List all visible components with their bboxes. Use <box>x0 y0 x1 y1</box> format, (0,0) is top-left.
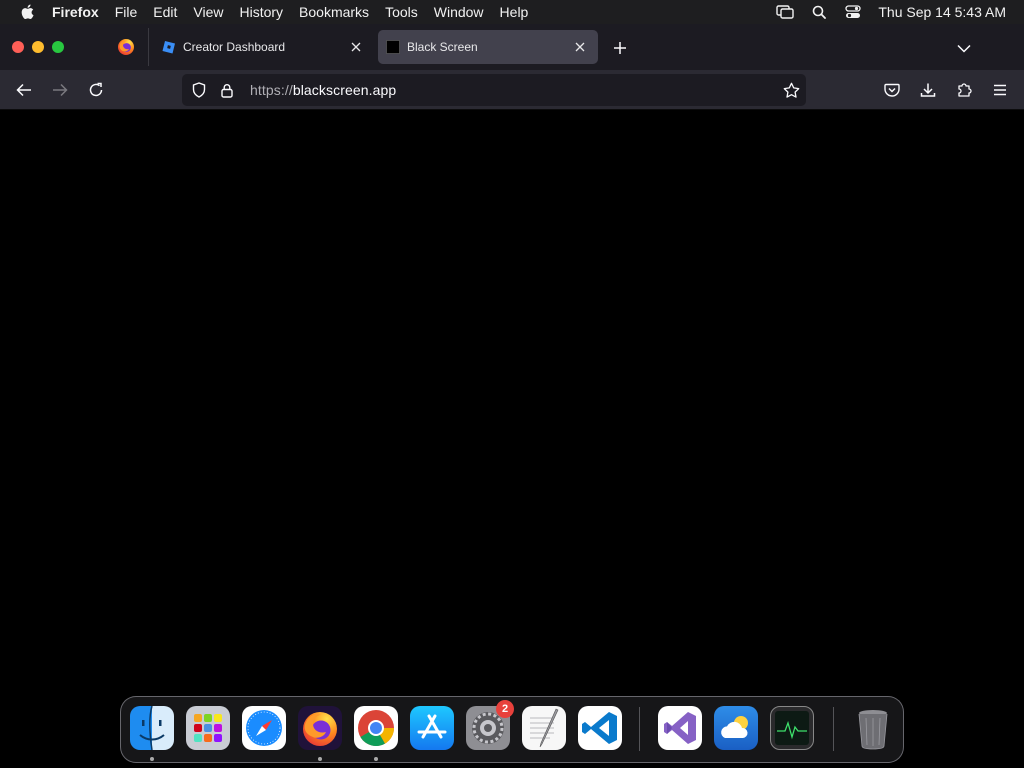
running-indicator <box>150 757 154 761</box>
menu-view[interactable]: View <box>185 0 231 24</box>
zoom-window-button[interactable] <box>52 41 64 53</box>
window-controls <box>12 41 64 53</box>
bookmark-star-button[interactable] <box>780 79 802 101</box>
forward-button[interactable] <box>46 76 74 104</box>
app-store-icon[interactable] <box>410 706 454 750</box>
new-tab-button[interactable] <box>608 36 632 60</box>
notification-badge: 2 <box>496 700 514 718</box>
vscode-icon[interactable] <box>578 706 622 750</box>
dock-divider <box>639 707 640 751</box>
list-all-tabs-button[interactable] <box>950 36 978 60</box>
minimize-window-button[interactable] <box>32 41 44 53</box>
app-menu-button[interactable] <box>986 76 1014 104</box>
roblox-studio-icon <box>162 41 175 54</box>
weather-icon[interactable] <box>714 706 758 750</box>
chevron-down-icon <box>957 44 971 53</box>
menu-tools[interactable]: Tools <box>377 0 426 24</box>
address-bar[interactable]: https://blackscreen.app <box>182 74 806 106</box>
page-content-black-screen[interactable] <box>0 110 1024 768</box>
extensions-button[interactable] <box>950 76 978 104</box>
tab-label: Creator Dashboard <box>183 40 286 54</box>
apple-icon[interactable] <box>16 0 38 24</box>
pinned-tab-firefox[interactable] <box>108 32 144 62</box>
pocket-icon <box>884 83 900 97</box>
running-indicator <box>374 757 378 761</box>
plus-icon <box>614 42 626 54</box>
activity-monitor-icon[interactable] <box>770 706 814 750</box>
menu-bar: Firefox File Edit View History Bookmarks… <box>0 0 1024 24</box>
tab-creator-dashboard[interactable]: Creator Dashboard <box>154 30 374 64</box>
trash-icon[interactable] <box>851 706 895 750</box>
chrome-icon[interactable] <box>354 706 398 750</box>
lock-icon[interactable] <box>216 79 238 101</box>
menu-file[interactable]: File <box>107 0 146 24</box>
close-window-button[interactable] <box>12 41 24 53</box>
arrow-right-icon <box>53 83 68 97</box>
arrow-left-icon <box>16 83 31 97</box>
tab-separator <box>148 28 149 66</box>
downloads-button[interactable] <box>914 76 942 104</box>
reload-button[interactable] <box>82 76 110 104</box>
tracking-protection-shield-icon[interactable] <box>188 79 210 101</box>
menu-window[interactable]: Window <box>426 0 492 24</box>
spotlight-search-icon[interactable] <box>802 0 836 24</box>
reload-icon <box>89 82 103 97</box>
menu-help[interactable]: Help <box>492 0 537 24</box>
pocket-button[interactable] <box>878 76 906 104</box>
url-scheme: https:// <box>250 82 293 98</box>
url-text[interactable]: https://blackscreen.app <box>250 82 396 98</box>
screen-mirroring-icon[interactable] <box>768 0 802 24</box>
firefox-icon[interactable] <box>298 706 342 750</box>
star-icon <box>783 82 799 98</box>
finder-icon[interactable] <box>130 706 174 750</box>
puzzle-piece-icon <box>958 83 972 97</box>
black-square-icon <box>386 40 400 54</box>
navigation-toolbar: https://blackscreen.app <box>0 70 1024 110</box>
dock-divider <box>833 707 834 751</box>
safari-icon[interactable] <box>242 706 286 750</box>
textedit-icon[interactable] <box>522 706 566 750</box>
back-button[interactable] <box>10 76 38 104</box>
menu-bookmarks[interactable]: Bookmarks <box>291 0 377 24</box>
menu-history[interactable]: History <box>231 0 291 24</box>
tab-strip: Creator Dashboard Black Screen <box>0 24 1024 70</box>
close-tab-button[interactable] <box>572 39 588 55</box>
running-indicator <box>318 757 322 761</box>
url-host: blackscreen.app <box>292 82 397 98</box>
hamburger-menu-icon <box>994 84 1006 96</box>
launchpad-icon[interactable] <box>186 706 230 750</box>
tab-label: Black Screen <box>407 40 478 54</box>
menu-edit[interactable]: Edit <box>145 0 185 24</box>
control-center-icon[interactable] <box>836 0 870 24</box>
dock: 2 <box>120 696 904 763</box>
close-tab-button[interactable] <box>348 39 364 55</box>
system-settings-icon[interactable]: 2 <box>466 700 514 750</box>
menubar-clock[interactable]: Thu Sep 14 5:43 AM <box>878 4 1006 20</box>
menu-app-name[interactable]: Firefox <box>44 0 107 24</box>
visual-studio-icon[interactable] <box>658 706 702 750</box>
firefox-icon <box>118 39 134 55</box>
tab-black-screen[interactable]: Black Screen <box>378 30 598 64</box>
download-icon <box>920 83 936 97</box>
